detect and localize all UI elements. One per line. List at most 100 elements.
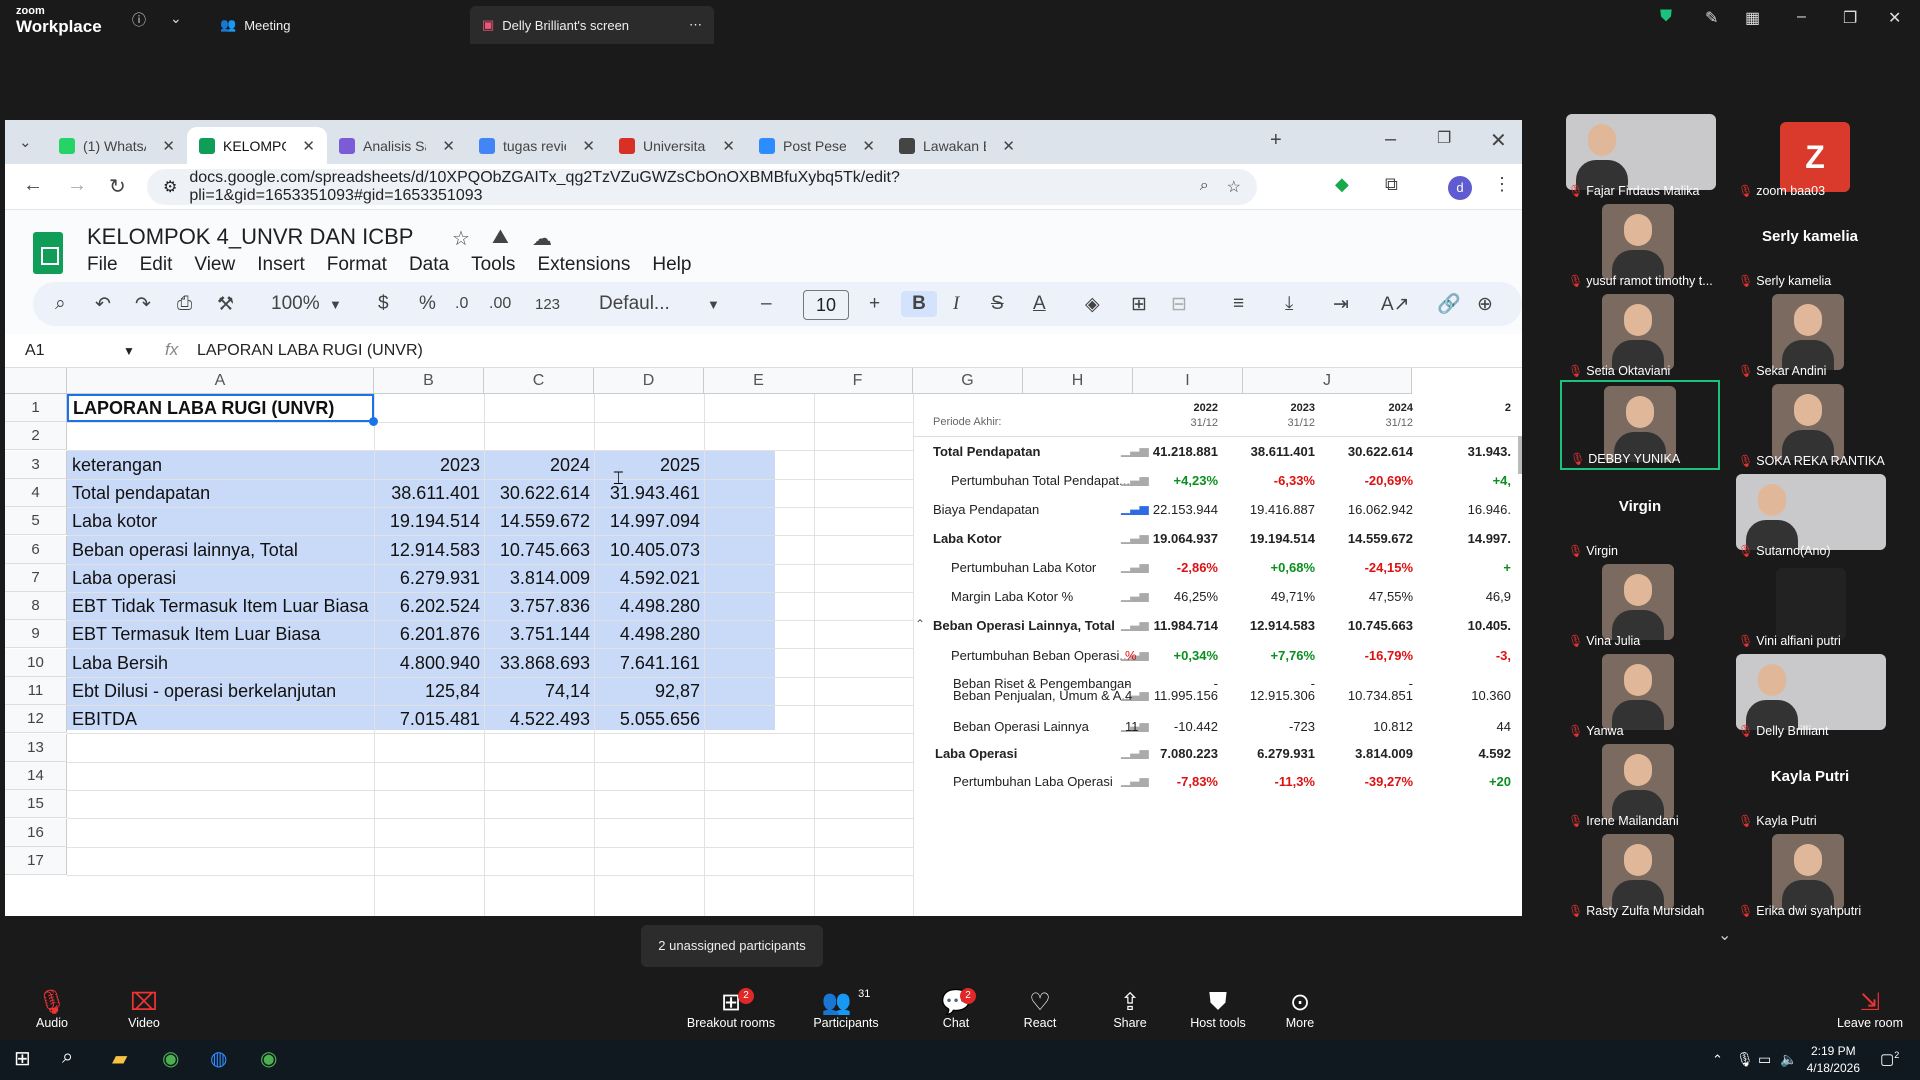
table-cell[interactable]: 125,84 xyxy=(374,677,484,705)
bold-button[interactable]: B xyxy=(901,291,937,317)
browser-tab[interactable]: tugas review ✕ xyxy=(467,127,607,164)
tab-close-icon[interactable]: ✕ xyxy=(442,137,455,155)
cloud-saved-icon[interactable]: ☁ xyxy=(532,226,552,251)
undo-icon[interactable]: ↶ xyxy=(95,291,111,317)
row-header[interactable]: 4 xyxy=(5,478,67,507)
table-cell[interactable]: 4.592.021 xyxy=(594,564,704,592)
row-header[interactable]: 16 xyxy=(5,818,67,847)
browser-tab[interactable]: Post Peserta ✕ xyxy=(747,127,887,164)
zoom-app-icon[interactable]: ◍ xyxy=(210,1046,227,1071)
column-header[interactable]: B xyxy=(374,368,484,394)
borders-icon[interactable]: ⊞ xyxy=(1131,291,1147,317)
move-drive-icon[interactable]: ⛰ xyxy=(492,226,509,249)
participant-tile[interactable]: 🎙 Vina Julia xyxy=(1560,560,1720,650)
insert-link-icon[interactable]: 🔗 xyxy=(1437,291,1461,317)
decrease-decimal-button[interactable]: .0 xyxy=(455,291,468,317)
more-button[interactable]: ⊙ More xyxy=(1260,988,1340,1030)
column-header[interactable]: A xyxy=(67,368,374,394)
browser-tab[interactable]: Analisis Sahan ✕ xyxy=(327,127,467,164)
address-bar[interactable]: ⚙ docs.google.com/spreadsheets/d/10XPQOb… xyxy=(147,169,1257,205)
menu-item[interactable]: File xyxy=(87,254,118,276)
minimize-icon[interactable]: – xyxy=(1797,8,1806,26)
table-cell[interactable]: Beban operasi lainnya, Total xyxy=(67,536,374,564)
close-icon[interactable]: ✕ xyxy=(1888,8,1901,28)
tab-close-icon[interactable]: ✕ xyxy=(162,137,175,155)
table-cell[interactable]: 10.405.073 xyxy=(594,536,704,564)
participant-tile[interactable]: 🎙 Delly Brilliant xyxy=(1730,650,1890,740)
table-cell[interactable]: 31.943.461 xyxy=(594,479,704,507)
row-header[interactable]: 8 xyxy=(5,592,67,621)
pasted-financial-table-image[interactable]: Periode Akhir: 2022 2023 2024 2 31/12 31/12 31/… xyxy=(913,394,1522,916)
menu-item[interactable]: Extensions xyxy=(537,254,630,276)
participant-tile[interactable]: 🎙 Setia Oktaviani xyxy=(1560,290,1720,380)
participant-tile[interactable]: 🎙 Sekar Andini xyxy=(1730,290,1890,380)
more-options-icon[interactable]: ⋯ xyxy=(689,17,702,33)
collapse-chevron-icon[interactable]: ⌃ xyxy=(915,617,925,631)
text-rotation-icon[interactable]: A↗ xyxy=(1381,291,1410,317)
table-cell[interactable]: EBT Termasuk Item Luar Biasa xyxy=(67,620,374,648)
participant-tile[interactable]: 🎙 DEBBY YUNIKA xyxy=(1560,380,1720,470)
participant-tile[interactable]: 🎙 Fajar Firdaus Malika xyxy=(1560,110,1720,200)
row-header[interactable]: 13 xyxy=(5,733,67,762)
table-cell[interactable]: 92,87 xyxy=(594,677,704,705)
browser-tab[interactable]: KELOMPOK 4 ✕ xyxy=(187,127,327,164)
percent-format-button[interactable]: % xyxy=(419,291,436,317)
breakout-rooms-button[interactable]: 2 ⊞ Breakout rooms xyxy=(686,988,776,1030)
row-header[interactable]: 5 xyxy=(5,507,67,536)
restore-icon[interactable]: ❐ xyxy=(1437,128,1451,148)
row-header[interactable]: 10 xyxy=(5,648,67,677)
restore-icon[interactable]: ❐ xyxy=(1843,8,1857,28)
forward-icon[interactable]: → xyxy=(67,174,87,197)
row-header[interactable]: 6 xyxy=(5,535,67,564)
participant-tile[interactable]: 🎙 Erika dwi syahputri xyxy=(1730,830,1890,920)
fill-handle[interactable] xyxy=(369,417,378,426)
cell-a1[interactable]: LAPORAN LABA RUGI (UNVR) xyxy=(67,394,378,426)
merge-cells-icon[interactable]: ⊟ xyxy=(1171,291,1187,317)
table-cell[interactable]: Laba operasi xyxy=(67,564,374,592)
zoom-select[interactable]: 100% xyxy=(271,291,320,317)
text-wrap-icon[interactable]: ⇥ xyxy=(1333,291,1349,317)
paint-format-icon[interactable]: ⚒ xyxy=(217,291,234,317)
table-cell[interactable]: 38.611.401 xyxy=(374,479,484,507)
column-header[interactable]: G xyxy=(913,368,1023,394)
column-header[interactable]: H xyxy=(1023,368,1133,394)
menu-item[interactable]: View xyxy=(194,254,235,276)
table-cell[interactable]: 12.914.583 xyxy=(374,536,484,564)
table-cell[interactable]: 33.868.693 xyxy=(484,649,594,677)
tab-search-icon[interactable]: ⌄ xyxy=(19,133,32,151)
table-cell[interactable]: 7.641.161 xyxy=(594,649,704,677)
new-tab-icon[interactable]: + xyxy=(1270,129,1282,152)
column-header[interactable]: J xyxy=(1243,368,1412,394)
menu-item[interactable]: Insert xyxy=(257,254,305,276)
table-cell[interactable]: 3.814.009 xyxy=(484,564,594,592)
chrome-icon[interactable]: ◉ xyxy=(162,1046,179,1071)
volume-icon[interactable]: 🔈 xyxy=(1780,1051,1797,1068)
table-cell[interactable]: 4.498.280 xyxy=(594,592,704,620)
chevron-down-icon[interactable]: ▼ xyxy=(329,291,342,317)
search-icon[interactable]: ⌕ xyxy=(55,291,66,317)
share-button[interactable]: ⇪ Share xyxy=(1090,988,1170,1030)
row-header[interactable]: 1 xyxy=(5,394,67,422)
windows-start-icon[interactable]: ⊞ xyxy=(14,1046,31,1071)
table-cell[interactable]: Laba Bersih xyxy=(67,649,374,677)
menu-item[interactable]: Data xyxy=(409,254,449,276)
react-button[interactable]: ♡ React xyxy=(1000,988,1080,1030)
increase-decimal-button[interactable]: .00 xyxy=(489,291,511,317)
extension-icon[interactable]: ◆ xyxy=(1335,174,1349,195)
table-cell[interactable]: 14.997.094 xyxy=(594,507,704,535)
currency-format-button[interactable]: $ xyxy=(378,291,389,317)
table-cell[interactable]: 7.015.481 xyxy=(374,705,484,733)
participant-tile[interactable]: 🎙 SOKA REKA RANTIKA xyxy=(1730,380,1890,470)
align-left-icon[interactable]: ≡ xyxy=(1233,291,1244,317)
insert-comment-icon[interactable]: ⊕ xyxy=(1477,291,1493,317)
video-button[interactable]: ⌧ Video xyxy=(104,988,184,1030)
row-header[interactable]: 14 xyxy=(5,761,67,790)
participant-tile[interactable]: 🎙 Sutarno(Ano) xyxy=(1730,470,1890,560)
table-cell[interactable]: Laba kotor xyxy=(67,507,374,535)
participant-tile[interactable]: 🎙 Irene Mailandani xyxy=(1560,740,1720,830)
table-cell[interactable]: Total pendapatan xyxy=(67,479,374,507)
layout-icon[interactable]: ▦ xyxy=(1745,8,1760,28)
screen-share-tab[interactable]: ▣ Delly Brilliant's screen ⋯ xyxy=(470,6,714,44)
star-icon[interactable]: ☆ xyxy=(452,226,470,251)
fill-color-icon[interactable]: ◈ xyxy=(1085,291,1100,317)
